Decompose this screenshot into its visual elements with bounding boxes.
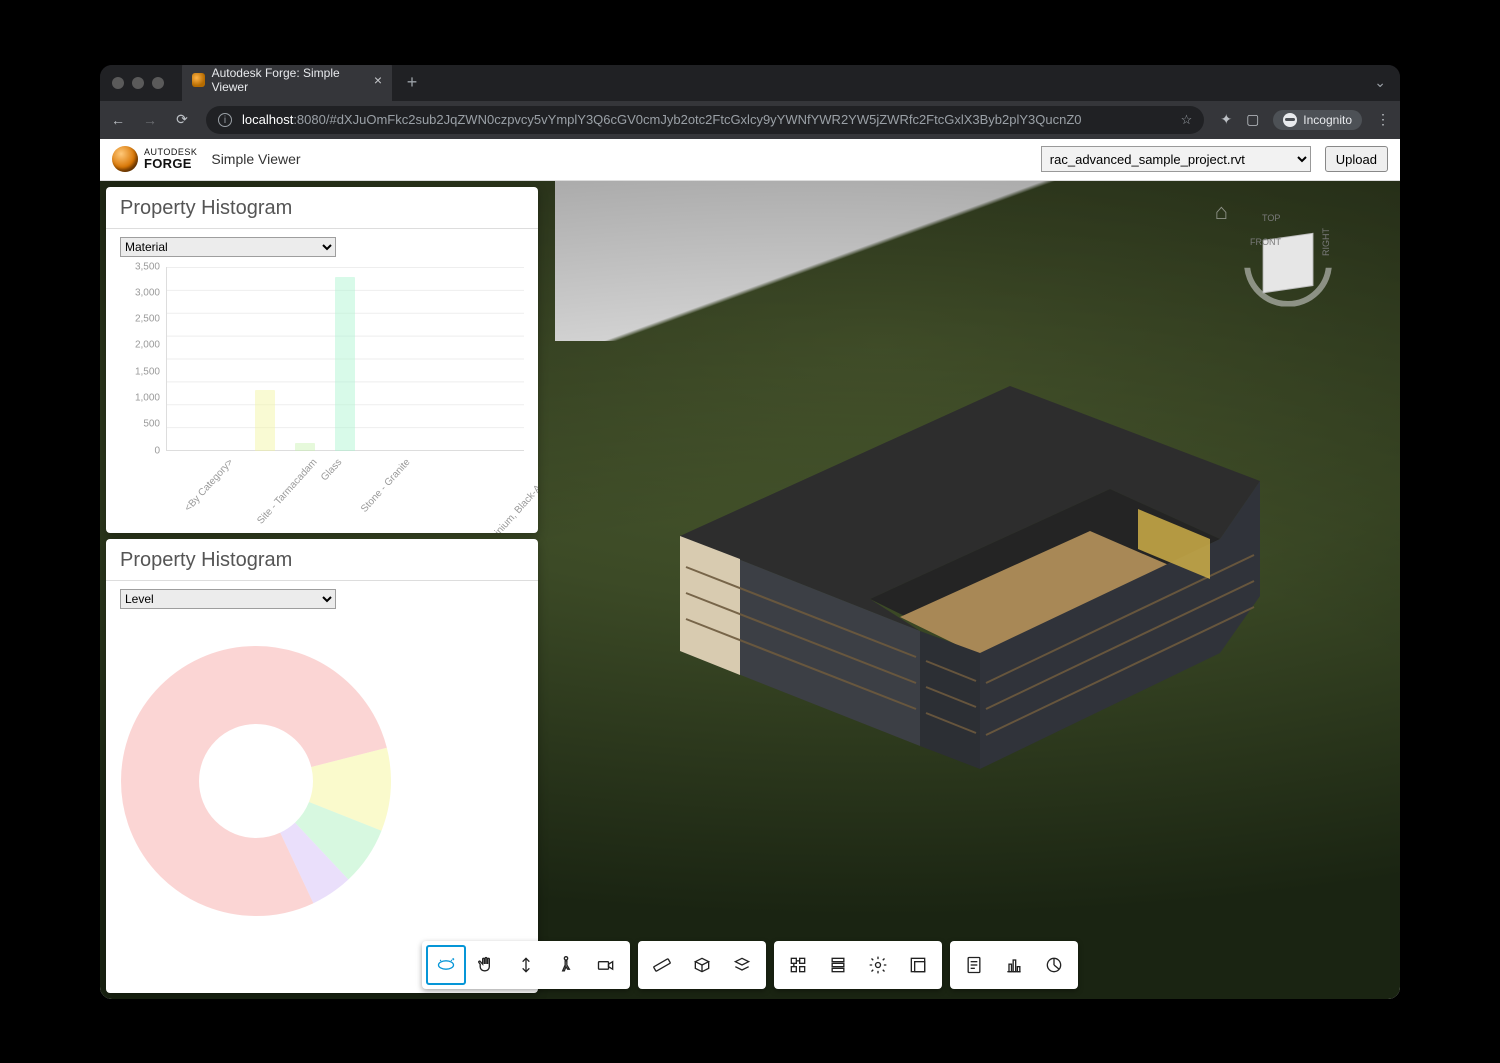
- tool-walk-button[interactable]: [546, 945, 586, 985]
- building-model[interactable]: [590, 331, 1310, 791]
- tool-fullscreen-button[interactable]: [898, 945, 938, 985]
- tool-camera-button[interactable]: [586, 945, 626, 985]
- page-header: AUTODESK FORGE Simple Viewer rac_advance…: [100, 139, 1400, 181]
- viewer-canvas[interactable]: ⌂ FRONT RIGHT TOP Property Histogram Mat…: [100, 181, 1400, 999]
- page-title: Simple Viewer: [211, 151, 300, 167]
- nav-forward-icon[interactable]: →: [142, 112, 158, 128]
- cube-top-label[interactable]: TOP: [1262, 213, 1280, 223]
- browser-tab[interactable]: Autodesk Forge: Simple Viewer ×: [182, 65, 392, 101]
- forge-logo-mark: [112, 146, 138, 172]
- view-cube[interactable]: FRONT RIGHT TOP: [1244, 219, 1332, 307]
- tool-histogram-button[interactable]: [994, 945, 1034, 985]
- panel-icon[interactable]: ▢: [1246, 111, 1259, 128]
- home-view-icon[interactable]: ⌂: [1215, 199, 1228, 225]
- tool-section-button[interactable]: [682, 945, 722, 985]
- upload-button[interactable]: Upload: [1325, 146, 1388, 172]
- tool-explode-button[interactable]: [722, 945, 762, 985]
- nav-back-icon[interactable]: ←: [110, 112, 126, 128]
- panel2-property-select[interactable]: Level: [120, 589, 336, 609]
- panel1-title: Property Histogram: [106, 187, 538, 228]
- url-field[interactable]: i localhost:8080/#dXJuOmFkc2sub2JqZWN0cz…: [206, 106, 1204, 134]
- bar-4[interactable]: [335, 277, 355, 450]
- tab-favicon: [192, 73, 205, 87]
- toolbar-group: [422, 941, 630, 989]
- site-info-icon[interactable]: i: [218, 113, 232, 127]
- tool-updown-button[interactable]: [506, 945, 546, 985]
- titlebar: Autodesk Forge: Simple Viewer × + ⌄: [100, 65, 1400, 101]
- incognito-label: Incognito: [1303, 113, 1352, 127]
- min-dot[interactable]: [132, 77, 144, 89]
- toolbar-group: [950, 941, 1078, 989]
- bar-3[interactable]: [295, 443, 315, 451]
- max-dot[interactable]: [152, 77, 164, 89]
- panel1-property-select[interactable]: Material: [120, 237, 336, 257]
- forge-logo: AUTODESK FORGE: [112, 146, 197, 172]
- bar-chart[interactable]: 05001,0001,5002,0002,5003,0003,500 <By C…: [124, 267, 528, 529]
- histogram-panel-material[interactable]: Property Histogram Material 05001,0001,5…: [106, 187, 538, 533]
- bar-2[interactable]: [255, 390, 275, 450]
- viewer-toolbar: [422, 941, 1078, 989]
- url-text: localhost:8080/#dXJuOmFkc2sub2JqZWN0czpv…: [242, 112, 1082, 127]
- new-tab-button[interactable]: +: [398, 72, 426, 93]
- tool-settings-list-button[interactable]: [818, 945, 858, 985]
- tool-orbit-button[interactable]: [426, 945, 466, 985]
- url-host: localhost: [242, 112, 293, 127]
- kebab-menu-icon[interactable]: ⋮: [1376, 111, 1390, 128]
- tool-pie-button[interactable]: [1034, 945, 1074, 985]
- nav-reload-icon[interactable]: ⟳: [174, 111, 190, 128]
- tool-pan-button[interactable]: [466, 945, 506, 985]
- brand-bottom: FORGE: [144, 157, 197, 171]
- address-bar: ← → ⟳ i localhost:8080/#dXJuOmFkc2sub2Jq…: [100, 101, 1400, 139]
- tool-properties-button[interactable]: [954, 945, 994, 985]
- tab-close-icon[interactable]: ×: [374, 72, 382, 88]
- tabs-dropdown-icon[interactable]: ⌄: [1374, 74, 1386, 91]
- page: AUTODESK FORGE Simple Viewer rac_advance…: [100, 139, 1400, 999]
- panel2-title: Property Histogram: [106, 539, 538, 580]
- url-hash: /#dXJuOmFkc2sub2JqZWN0czpvcy5vYmplY3Q6cG…: [326, 112, 1082, 127]
- bookmark-icon[interactable]: ☆: [1181, 112, 1193, 128]
- tab-title: Autodesk Forge: Simple Viewer: [212, 66, 363, 94]
- window-controls[interactable]: [112, 77, 164, 89]
- browser-window: Autodesk Forge: Simple Viewer × + ⌄ ← → …: [100, 65, 1400, 999]
- incognito-badge[interactable]: Incognito: [1273, 110, 1362, 130]
- cube-front-label[interactable]: FRONT: [1250, 237, 1281, 247]
- extensions-icon[interactable]: ✦: [1220, 111, 1232, 128]
- incognito-icon: [1283, 113, 1297, 127]
- toolbar-group: [638, 941, 766, 989]
- histogram-panel-level[interactable]: Property Histogram Level: [106, 539, 538, 993]
- tool-measure-button[interactable]: [642, 945, 682, 985]
- tool-model-browser-button[interactable]: [778, 945, 818, 985]
- toolbar-group: [774, 941, 942, 989]
- close-dot[interactable]: [112, 77, 124, 89]
- tool-settings-button[interactable]: [858, 945, 898, 985]
- model-select[interactable]: rac_advanced_sample_project.rvt: [1041, 146, 1311, 172]
- bar-label: Metal - Aluminium, Black-Anodized: [456, 456, 538, 532]
- cube-right-label[interactable]: RIGHT: [1321, 228, 1331, 256]
- doughnut-chart[interactable]: [106, 631, 406, 931]
- url-port: :8080: [293, 112, 326, 127]
